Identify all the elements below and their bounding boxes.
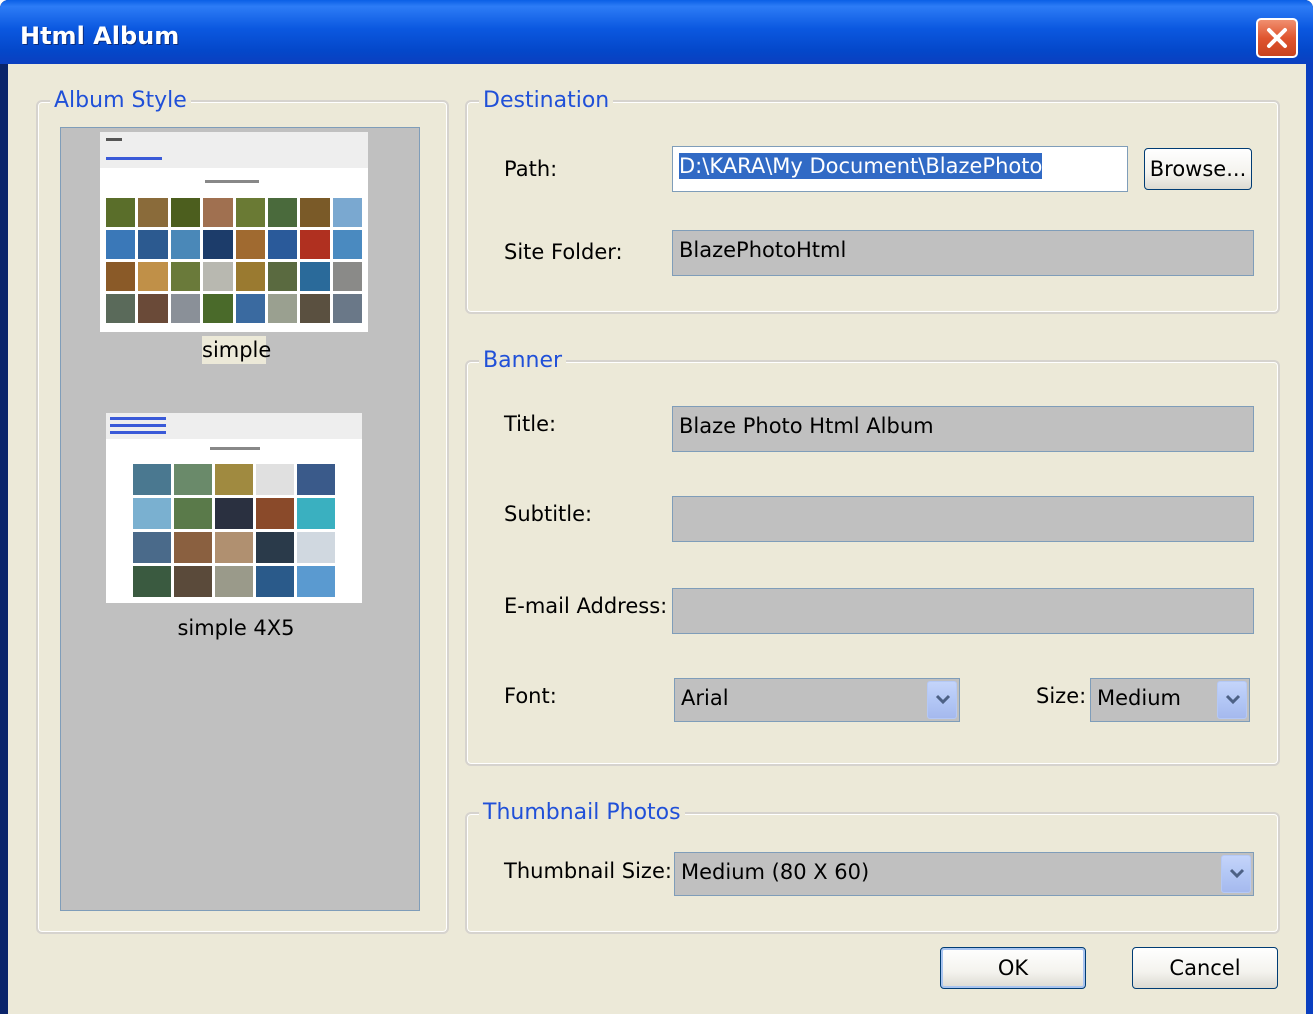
size-select[interactable]: Medium: [1090, 678, 1250, 722]
email-input[interactable]: [672, 588, 1254, 634]
font-label: Font:: [504, 684, 557, 708]
path-value: D:\KARA\My Document\BlazePhoto: [679, 153, 1043, 179]
thumbnail-photos-label: Thumbnail Photos: [479, 800, 685, 825]
destination-label: Destination: [479, 88, 614, 113]
font-dropdown-button[interactable]: [927, 681, 957, 719]
path-label: Path:: [504, 157, 558, 181]
subtitle-input[interactable]: [672, 496, 1254, 542]
close-button[interactable]: [1256, 18, 1298, 58]
thumbnail-size-select[interactable]: Medium (80 X 60): [674, 852, 1254, 896]
banner-label: Banner: [479, 348, 567, 373]
close-icon: [1267, 28, 1287, 48]
style-preview-simple-4x5[interactable]: [106, 413, 362, 603]
thumbnail-size-label: Thumbnail Size:: [504, 859, 672, 883]
site-folder-label: Site Folder:: [504, 240, 623, 264]
album-style-list[interactable]: simple simple 4X5: [60, 127, 420, 911]
thumbnail-size-dropdown-button[interactable]: [1221, 855, 1251, 893]
font-value: Arial: [681, 686, 729, 710]
chevron-down-icon: [935, 694, 951, 705]
thumbnail-size-value: Medium (80 X 60): [681, 860, 870, 884]
title-input[interactable]: Blaze Photo Html Album: [672, 406, 1254, 452]
subtitle-label: Subtitle:: [504, 502, 593, 526]
size-dropdown-button[interactable]: [1217, 681, 1247, 719]
album-style-label: Album Style: [50, 88, 191, 113]
style-name-simple: simple: [202, 336, 272, 364]
window-title: Html Album: [20, 22, 180, 50]
html-album-dialog: Html Album Album Style simple simple 4X5…: [0, 0, 1313, 1014]
browse-button[interactable]: Browse...: [1144, 148, 1252, 190]
dialog-client-area: Album Style simple simple 4X5 Destinatio…: [8, 64, 1306, 1014]
window-frame-right: [1306, 64, 1313, 1014]
ok-button[interactable]: OK: [940, 947, 1086, 989]
chevron-down-icon: [1225, 694, 1241, 705]
title-bar[interactable]: Html Album: [0, 0, 1313, 64]
path-input[interactable]: D:\KARA\My Document\BlazePhoto: [672, 146, 1128, 192]
size-value: Medium: [1097, 686, 1181, 710]
title-label: Title:: [504, 412, 557, 436]
chevron-down-icon: [1229, 868, 1245, 879]
style-preview-simple[interactable]: [100, 132, 368, 332]
font-select[interactable]: Arial: [674, 678, 960, 722]
size-label: Size:: [1036, 684, 1087, 708]
site-folder-input[interactable]: BlazePhotoHtml: [672, 230, 1254, 276]
email-label: E-mail Address:: [504, 594, 668, 618]
destination-group: Destination: [465, 88, 1280, 314]
album-style-group: Album Style simple simple 4X5: [36, 88, 449, 934]
cancel-button[interactable]: Cancel: [1132, 947, 1278, 989]
style-name-simple-4x5: simple 4X5: [177, 616, 295, 640]
